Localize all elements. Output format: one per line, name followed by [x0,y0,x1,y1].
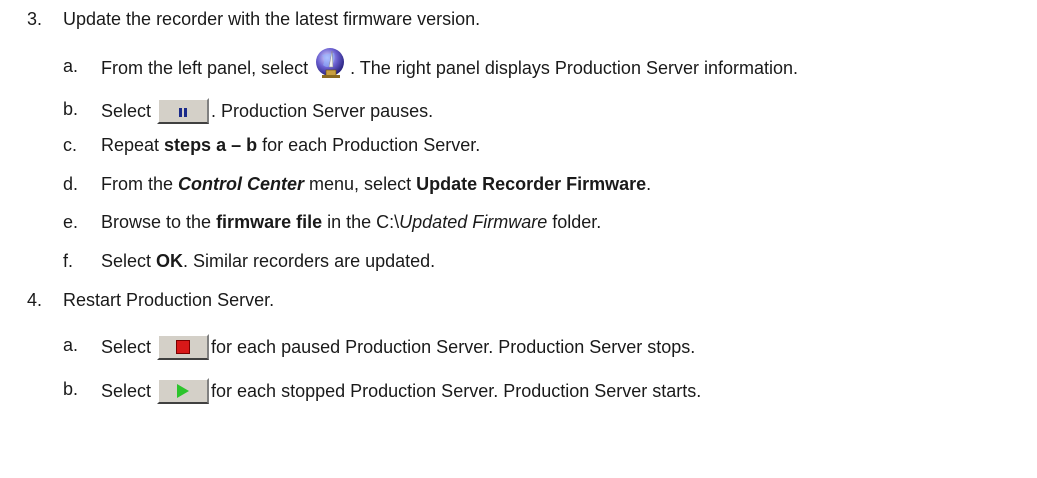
substep-text: From the left panel, select . The right … [101,48,798,81]
document-page: 3. Update the recorder with the latest f… [0,0,1037,478]
step-number: 3. [27,9,43,29]
substep-letter: b. [63,379,79,399]
step-text: Update the recorder with the latest firm… [63,9,481,29]
substep-text: Browse to the firmware file in the C:\ Up… [101,212,602,232]
substep-letter: a. [63,335,79,355]
substep-text: Select for each stopped Production Serve… [101,378,701,404]
play-icon [157,378,210,404]
pause-icon [157,98,210,124]
stop-icon [157,334,210,360]
step-text: Restart Production Server. [63,290,275,310]
substep-text: Select OK. Similar recorders are updated… [101,251,436,271]
substep-text: Select . Production Server pauses. [101,98,433,124]
substep-text: Repeat steps a – b for each Production S… [101,135,481,155]
substep-letter: b. [63,99,79,119]
substep-letter: d. [63,174,79,194]
substep-letter: c. [63,135,78,155]
substep-letter: f. [63,251,74,271]
step-number: 4. [27,290,43,310]
production-server-globe-icon [316,48,345,78]
substep-letter: a. [63,56,79,76]
substep-text: From the Control Center menu, select Upd… [101,174,652,194]
substep-letter: e. [63,212,79,232]
substep-text: Select for each paused Production Server… [101,334,695,360]
